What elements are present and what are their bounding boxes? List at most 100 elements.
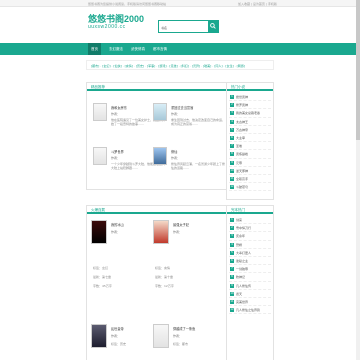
logo-title: 悠悠书阁2000 bbox=[88, 14, 145, 24]
book-meta: 字数：45万字 bbox=[93, 284, 112, 288]
book-meta: 标签：言情 bbox=[155, 266, 171, 270]
logo-subtitle: uuxsw2000.cc bbox=[88, 24, 126, 30]
book-title[interactable]: 我和女房东 bbox=[111, 105, 127, 110]
rank-item[interactable]: 1 剑来 bbox=[229, 216, 271, 225]
rank-name[interactable]: 修罗武神 bbox=[236, 103, 248, 107]
book-cover[interactable] bbox=[153, 147, 167, 165]
book-author: 作者： bbox=[173, 334, 183, 338]
rank-name[interactable]: 一剑独尊 bbox=[236, 267, 248, 271]
rank-list: 1 绝世武神 2 修罗武神 3 我的美女总裁老婆 4 太古神王 5 万古神帝 6 大主宰 7… bbox=[229, 93, 271, 192]
book-author: 作者： bbox=[111, 230, 121, 234]
rank-name[interactable]: 赘婿 bbox=[236, 243, 242, 247]
rank-item[interactable]: 10 遮天 bbox=[229, 290, 271, 298]
panel-title: 火爆连载 bbox=[91, 208, 105, 212]
rank-name[interactable]: 万古神帝 bbox=[236, 128, 248, 132]
rank-item[interactable]: 3 庆余年 bbox=[229, 232, 271, 241]
rank-item[interactable]: 5 万古神帝 bbox=[229, 126, 271, 134]
book-author: 作者： bbox=[111, 334, 121, 338]
site-logo[interactable]: 悠悠书阁2000 uuxsw2000.cc bbox=[88, 14, 148, 36]
rank-item[interactable]: 9 凡人修仙传 bbox=[229, 282, 271, 290]
rank-name[interactable]: 全职高手 bbox=[236, 177, 248, 181]
rank-item[interactable]: 3 我的美女总裁老婆 bbox=[229, 109, 271, 118]
rank-item[interactable]: 11 全职高手 bbox=[229, 175, 271, 184]
book-title[interactable]: 穿越成了一条鱼 bbox=[173, 326, 195, 331]
rank-name[interactable]: 凡人修仙传 bbox=[236, 284, 251, 288]
rank-name[interactable]: 逆天邪神 bbox=[236, 169, 248, 173]
book-cover[interactable] bbox=[91, 220, 107, 244]
book-cover[interactable] bbox=[153, 220, 169, 244]
book-author: 作者： bbox=[173, 230, 183, 234]
rank-item[interactable]: 7 圣墟 bbox=[229, 142, 271, 151]
rank2-panel: 完本热门 1 剑来 2 雪中悍刀行 3 庆余年 4 赘婿 5 大奉打更人 6 诡秘之主 7一… bbox=[226, 205, 274, 360]
book-author: 作者： bbox=[171, 156, 181, 160]
rank-item[interactable]: 11 完美世界 bbox=[229, 298, 271, 307]
rank-item[interactable]: 4 赘婿 bbox=[229, 241, 271, 249]
book-title[interactable]: 斗罗世界 bbox=[111, 149, 124, 154]
book-desc: 修仙界风起云涌，一名普通少年踏上了修仙的道路…… bbox=[171, 162, 226, 170]
rank-name[interactable]: 大主宰 bbox=[236, 136, 245, 140]
book-title[interactable]: 最强太子妃 bbox=[173, 222, 189, 227]
rank-panel: 热门小说 1 绝世武神 2 修罗武神 3 我的美女总裁老婆 4 太古神王 5 万古神帝 6… bbox=[226, 82, 274, 200]
rank-item[interactable]: 2 修罗武神 bbox=[229, 101, 271, 110]
book-cover[interactable] bbox=[153, 324, 169, 348]
book-meta: 标签：玄幻 bbox=[93, 266, 109, 270]
rank-item[interactable]: 12 凡人修仙之仙界篇 bbox=[229, 306, 271, 315]
book-title[interactable]: 乱世皇帝 bbox=[111, 326, 124, 331]
search-button[interactable] bbox=[208, 21, 218, 32]
rank-name[interactable]: 雪中悍刀行 bbox=[236, 226, 251, 230]
rank-name[interactable]: 凡人修仙之仙界篇 bbox=[236, 308, 260, 312]
rank-item[interactable]: 9 元尊 bbox=[229, 159, 271, 167]
rank-item[interactable]: 1 绝世武神 bbox=[229, 93, 271, 102]
rank-item[interactable]: 7 一剑独尊 bbox=[229, 265, 271, 274]
rank-name[interactable]: 太古神王 bbox=[236, 120, 248, 124]
rank-name[interactable]: 大奉打更人 bbox=[236, 251, 251, 255]
rank-name[interactable]: 庆余年 bbox=[236, 234, 245, 238]
book-cover[interactable] bbox=[153, 103, 167, 121]
rank-list: 1 剑来 2 雪中悍刀行 3 庆余年 4 赘婿 5 大奉打更人 6 诡秘之主 7 一剑独尊 8… bbox=[229, 216, 271, 315]
book-desc: 重生回到过去，他决定改变自己的命运，成为真正的富翁…… bbox=[171, 118, 226, 126]
search-input[interactable] bbox=[161, 24, 206, 31]
nav-item-home[interactable]: 首页 bbox=[88, 43, 101, 55]
rank-name[interactable]: 完美世界 bbox=[236, 300, 248, 304]
nav-item-wuxia[interactable]: 武侠修真 bbox=[128, 43, 148, 55]
scrollbar-thumb[interactable] bbox=[356, 0, 360, 140]
book-cover[interactable] bbox=[93, 147, 107, 165]
book-meta: 最新：第七章 bbox=[93, 275, 112, 279]
rank-item[interactable]: 8 武炼巅峰 bbox=[229, 150, 271, 159]
rank-item[interactable]: 4 太古神王 bbox=[229, 118, 271, 126]
book-meta: 字数：12万字 bbox=[155, 284, 174, 288]
book-cover[interactable] bbox=[91, 324, 107, 348]
book-title[interactable]: 重回过去当富翁 bbox=[171, 105, 193, 110]
book-title[interactable]: 修仙 bbox=[171, 149, 177, 154]
rank-name[interactable]: 斗破苍穹 bbox=[236, 185, 248, 189]
rank-name[interactable]: 绝世武神 bbox=[236, 95, 248, 99]
search-icon bbox=[210, 23, 216, 29]
rank-name[interactable]: 元尊 bbox=[236, 161, 242, 165]
rank-item[interactable]: 5 大奉打更人 bbox=[229, 249, 271, 257]
rank-item[interactable]: 6 大主宰 bbox=[229, 134, 271, 143]
panel-title: 完本热门 bbox=[231, 208, 245, 212]
page-scrollbar[interactable] bbox=[356, 0, 360, 360]
tag-links[interactable]: [都市] · [玄幻] · [仙侠] · [言情] · [历史] · [军事] … bbox=[91, 64, 245, 68]
rank-item[interactable]: 12 斗破苍穹 bbox=[229, 183, 271, 192]
rank-item[interactable]: 2 雪中悍刀行 bbox=[229, 224, 271, 233]
rank-name[interactable]: 武炼巅峰 bbox=[236, 152, 248, 156]
rank-item[interactable]: 10 逆天邪神 bbox=[229, 167, 271, 175]
rank-name[interactable]: 我的美女总裁老婆 bbox=[236, 111, 260, 115]
rank-item[interactable]: 6 诡秘之主 bbox=[229, 257, 271, 266]
book-title[interactable]: 我的冰山 bbox=[111, 222, 124, 227]
rank-item[interactable]: 8 牧神记 bbox=[229, 273, 271, 282]
nav-item-dushi[interactable]: 都市言情 bbox=[150, 43, 170, 55]
search-box bbox=[158, 20, 219, 33]
nav-item-xuanhuan[interactable]: 玄幻魔法 bbox=[106, 43, 126, 55]
top-links[interactable]: 加入收藏 | 设为首页 | 手机版 bbox=[238, 2, 277, 6]
rank-name[interactable]: 诡秘之主 bbox=[236, 259, 248, 263]
rank-name[interactable]: 遮天 bbox=[236, 292, 242, 296]
panel-title: 热门小说 bbox=[231, 85, 245, 89]
book-cover[interactable] bbox=[93, 103, 107, 121]
rank-name[interactable]: 牧神记 bbox=[236, 275, 245, 279]
book-author: 作者： bbox=[111, 156, 121, 160]
rank-name[interactable]: 剑来 bbox=[236, 218, 242, 222]
rank-name[interactable]: 圣墟 bbox=[236, 144, 242, 148]
panel-header: 完本热门 bbox=[227, 206, 273, 214]
